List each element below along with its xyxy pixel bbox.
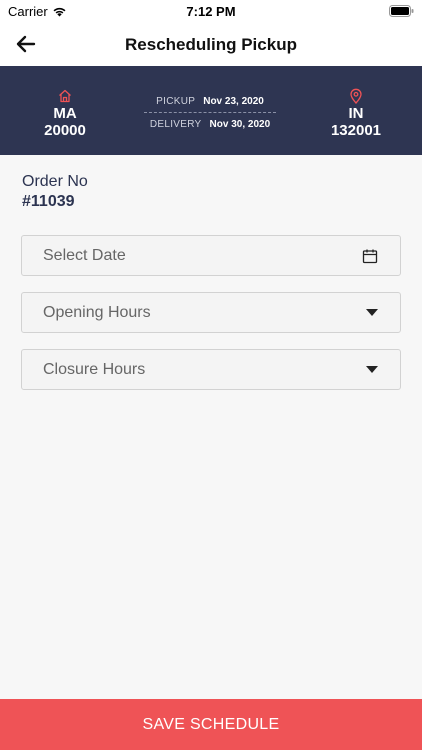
status-bar: Carrier 7:12 PM: [0, 0, 422, 22]
closure-hours-dropdown[interactable]: Closure Hours: [21, 349, 401, 390]
destination-location: IN 132001: [316, 88, 396, 139]
closure-hours-placeholder: Closure Hours: [43, 361, 146, 378]
navigation-bar: Rescheduling Pickup: [0, 22, 422, 66]
calendar-icon: [362, 249, 378, 264]
location-pin-icon: [350, 88, 362, 104]
status-time: 7:12 PM: [186, 4, 236, 19]
route-dates: PICKUP Nov 23, 2020 DELIVERY Nov 30, 202…: [140, 96, 280, 130]
home-icon: [59, 89, 71, 103]
order-number-value: #11039: [22, 193, 75, 210]
caret-down-icon: [366, 309, 378, 316]
destination-zip: 132001: [330, 122, 382, 139]
order-number-label: Order No: [22, 173, 88, 190]
caret-down-icon: [366, 366, 378, 373]
delivery-row: DELIVERY Nov 30, 2020: [140, 119, 280, 130]
route-summary: MA 20000 PICKUP Nov 23, 2020 DELIVERY No…: [0, 66, 422, 155]
pickup-row: PICKUP Nov 23, 2020: [140, 96, 280, 107]
opening-hours-dropdown[interactable]: Opening Hours: [21, 292, 401, 333]
delivery-date: Nov 30, 2020: [209, 119, 271, 130]
pickup-label: PICKUP: [156, 96, 196, 107]
select-date-placeholder: Select Date: [43, 247, 126, 264]
save-schedule-button[interactable]: SAVE SCHEDULE: [0, 699, 422, 750]
battery-icon: [389, 5, 414, 17]
opening-hours-placeholder: Opening Hours: [43, 304, 151, 321]
delivery-label: DELIVERY: [149, 119, 202, 130]
select-date-field[interactable]: Select Date: [21, 235, 401, 276]
pickup-date: Nov 23, 2020: [203, 96, 264, 107]
origin-code: MA: [53, 105, 77, 122]
origin-zip: 20000: [44, 122, 86, 139]
destination-code: IN: [348, 105, 364, 122]
origin-location: MA 20000: [25, 88, 105, 139]
dashed-divider: [144, 112, 276, 113]
page-title: Rescheduling Pickup: [125, 35, 297, 54]
